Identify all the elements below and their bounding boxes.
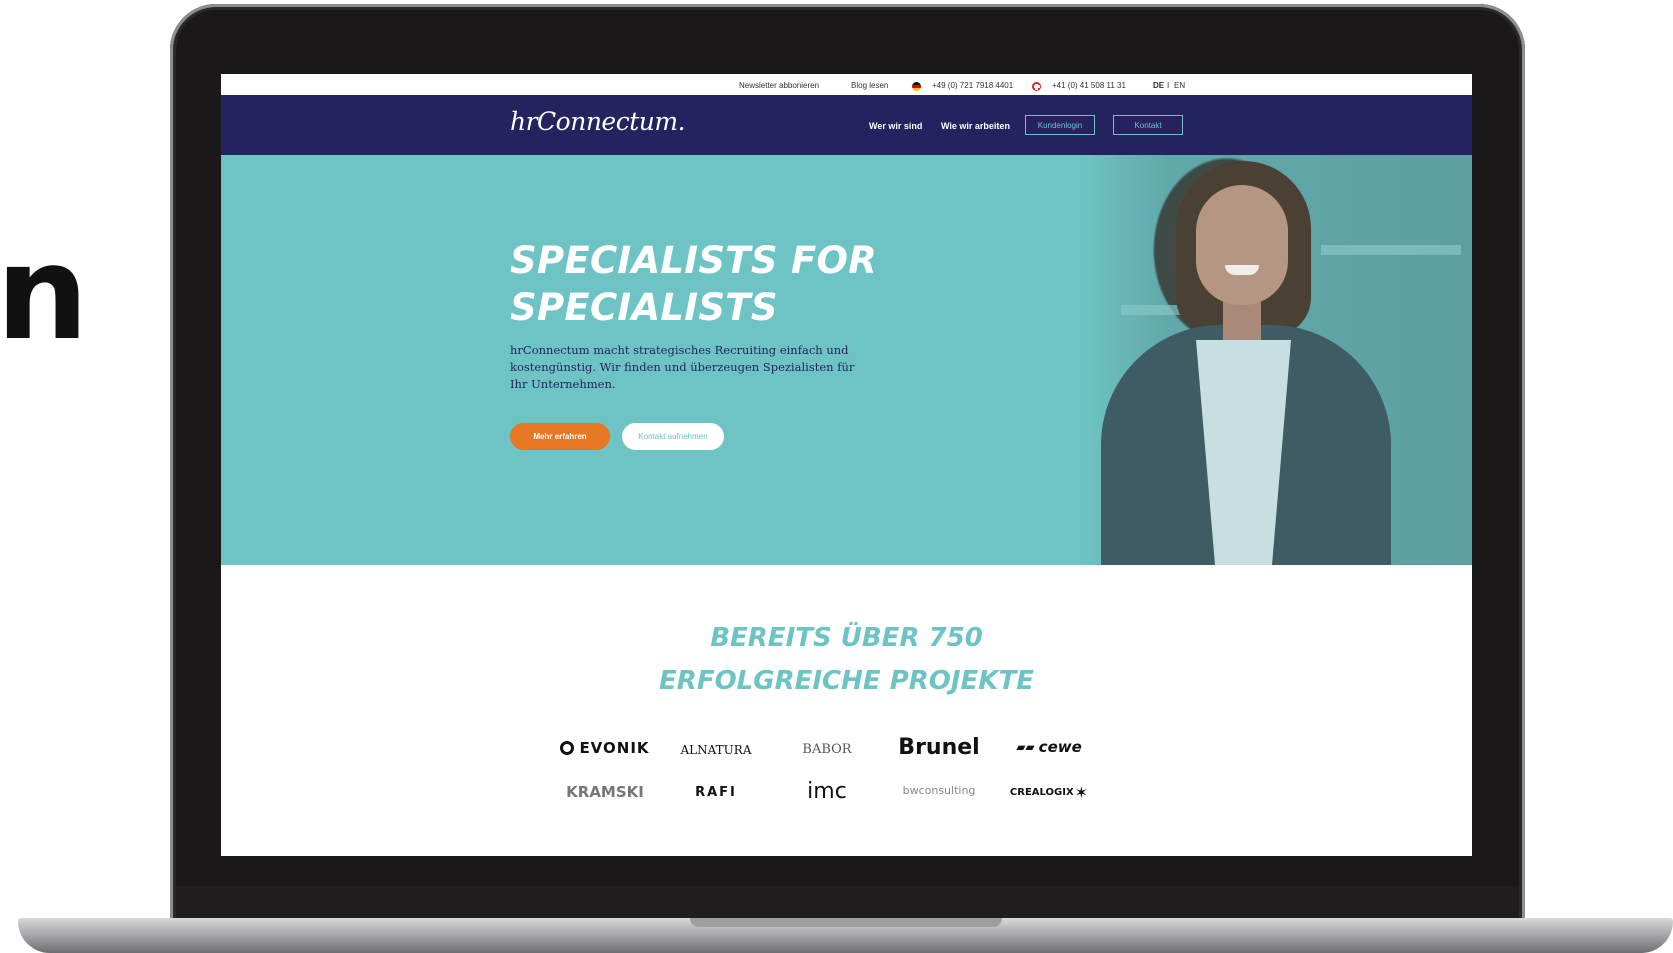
hero-title: SPECIALISTS FOR SPECIALISTS [510,237,930,331]
projects-heading: BEREITS ÜBER 750 ERFOLGREICHE PROJEKTE [221,617,1472,703]
cewe-mark-icon: ▰▰ [1016,740,1035,754]
utility-bar: Newsletter abbonieren Blog lesen +49 (0)… [221,74,1472,95]
hero-title-line: SPECIALISTS [510,286,778,329]
hero-section: SPECIALISTS FOR SPECIALISTS hrConnectum … [221,155,1472,565]
client-logo-evonik: EVONIK [550,736,660,760]
projects-heading-line: BEREITS ÜBER 750 [710,623,983,653]
lang-separator: I [1167,81,1170,90]
crealogix-star-icon: ✶ [1074,782,1089,802]
hero-title-line: SPECIALISTS FOR [510,239,878,282]
client-logo-imc: imc [807,778,847,804]
lang-en-link[interactable]: EN [1174,81,1185,90]
contact-nav-button[interactable]: Kontakt [1113,115,1183,135]
laptop-notch [690,918,1002,927]
get-in-touch-button[interactable]: Kontakt aufnehmen [622,423,724,450]
blog-link[interactable]: Blog lesen [851,81,888,90]
phone-de-link[interactable]: +49 (0) 721 7918 4401 [932,81,1013,90]
lang-de-link[interactable]: DE [1153,81,1164,90]
website-screen: Newsletter abbonieren Blog lesen +49 (0)… [221,74,1472,856]
newsletter-link[interactable]: Newsletter abbonieren [739,81,819,90]
cropped-heading-text: n [0,217,89,369]
customer-login-button[interactable]: Kundenlogin [1025,115,1095,135]
nav-about-link[interactable]: Wer wir sind [869,121,922,131]
photo-smile [1225,265,1259,275]
site-logo[interactable]: hrConnectum. [510,107,686,136]
client-logo-kramski: KRAMSKI [566,783,644,801]
hero-description: hrConnectum macht strategisches Recruiti… [510,343,855,391]
photo-fade [1037,155,1097,565]
photo-background-shelf [1321,245,1461,255]
projects-heading-line: ERFOLGREICHE PROJEKTE [659,666,1034,696]
laptop-chin [176,886,1519,922]
client-logo-rafi: RAFI [695,784,737,800]
client-logo-babor: BABOR [802,741,852,757]
client-logo-brunel: Brunel [898,734,980,760]
nav-how-link[interactable]: Wie wir arbeiten [941,121,1010,131]
learn-more-button[interactable]: Mehr erfahren [510,423,610,450]
client-logo-cewe: ▰▰ cewe [1016,738,1082,756]
photo-face [1196,185,1288,305]
phone-ch-link[interactable]: +41 (0) 41 508 11 31 [1052,81,1126,90]
client-logo-bwconsulting: bwconsulting [902,783,976,797]
client-logo-crealogix: CREALOGIX ✶ [1009,782,1089,802]
evonik-mark-icon [560,741,575,755]
client-logo-alnatura: ALNATURA [680,743,752,757]
switzerland-flag-icon [1032,82,1041,91]
germany-flag-icon [912,82,921,91]
main-navbar: hrConnectum. Wer wir sind Wie wir arbeit… [221,95,1472,155]
